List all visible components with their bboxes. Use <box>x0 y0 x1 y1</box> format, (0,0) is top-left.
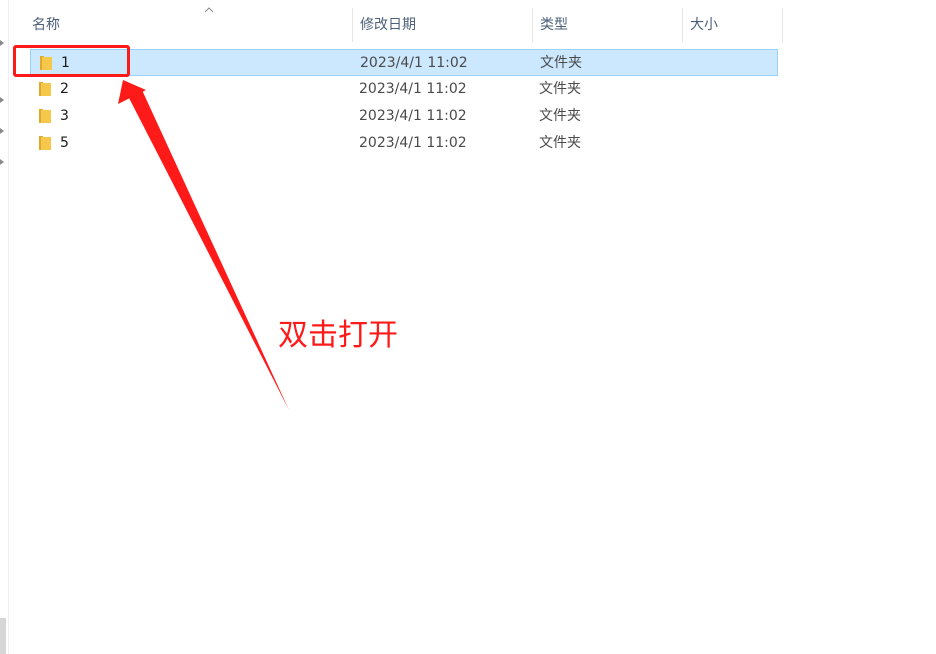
file-row[interactable]: 1 2023/4/1 11:02 文件夹 <box>30 49 778 76</box>
annotation-highlight-box <box>13 45 130 77</box>
sort-ascending-icon <box>204 7 214 13</box>
chevron-right-icon[interactable] <box>0 159 4 165</box>
column-divider[interactable] <box>782 8 783 42</box>
chevron-right-icon[interactable] <box>0 40 4 46</box>
column-header-bar: 名称 修改日期 类型 大小 <box>24 0 784 44</box>
file-modified: 2023/4/1 11:02 <box>360 55 468 71</box>
column-header-name-label: 名称 <box>32 17 60 33</box>
annotation-label: 双击打开 <box>278 318 398 353</box>
folder-icon <box>39 136 51 150</box>
navigation-scrollbar[interactable] <box>0 618 6 654</box>
file-row[interactable]: 2 2023/4/1 11:02 文件夹 <box>30 76 778 103</box>
column-header-type[interactable]: 类型 <box>532 0 682 44</box>
navigation-pane[interactable] <box>0 0 9 654</box>
file-type: 文件夹 <box>539 81 581 97</box>
column-header-type-label: 类型 <box>540 17 568 33</box>
file-type: 文件夹 <box>539 135 581 151</box>
file-modified: 2023/4/1 11:02 <box>359 81 467 97</box>
file-row[interactable]: 3 2023/4/1 11:02 文件夹 <box>30 103 778 130</box>
file-modified: 2023/4/1 11:02 <box>359 135 467 151</box>
chevron-right-icon[interactable] <box>0 128 4 134</box>
file-explorer-window: 名称 修改日期 类型 大小 1 2023/4/1 11:02 文件夹 2 202… <box>0 0 936 654</box>
file-name: 3 <box>60 108 69 124</box>
chevron-right-icon[interactable] <box>0 97 4 103</box>
file-modified: 2023/4/1 11:02 <box>359 108 467 124</box>
column-header-size-label: 大小 <box>690 17 718 33</box>
column-header-name[interactable]: 名称 <box>24 0 352 44</box>
folder-icon <box>39 109 51 123</box>
file-name: 5 <box>60 135 69 151</box>
file-row[interactable]: 5 2023/4/1 11:02 文件夹 <box>30 130 778 157</box>
file-name: 2 <box>60 81 69 97</box>
file-type: 文件夹 <box>539 108 581 124</box>
column-header-modified-label: 修改日期 <box>360 17 416 33</box>
column-header-modified[interactable]: 修改日期 <box>352 0 532 44</box>
folder-icon <box>39 82 51 96</box>
file-list: 1 2023/4/1 11:02 文件夹 2 2023/4/1 11:02 文件… <box>30 49 778 157</box>
file-type: 文件夹 <box>540 55 582 71</box>
column-header-size[interactable]: 大小 <box>682 0 782 44</box>
